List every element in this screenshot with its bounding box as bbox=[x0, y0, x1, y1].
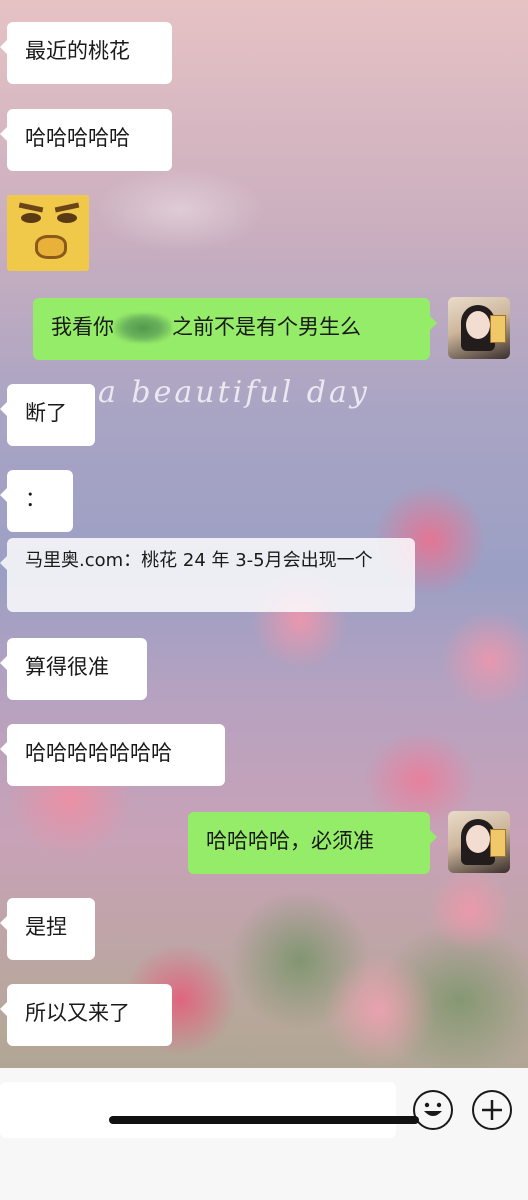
message-bubble-received[interactable]: 最近的桃花 bbox=[0, 22, 172, 84]
background-script-text: a beautiful day bbox=[98, 375, 370, 410]
plus-icon[interactable] bbox=[472, 1090, 512, 1130]
home-indicator[interactable] bbox=[109, 1116, 419, 1124]
message-bubble-received[interactable]: 哈哈哈哈哈 bbox=[0, 109, 172, 171]
message-text-part: 之前不是有个男生么 bbox=[172, 315, 361, 339]
user-avatar[interactable] bbox=[448, 297, 510, 359]
yellow-face-sticker-icon[interactable] bbox=[7, 195, 89, 271]
message-bubble-received[interactable]: 马里奥.com：桃花 24 年 3-5月会出现一个 bbox=[0, 538, 415, 612]
sticker-eye bbox=[21, 213, 41, 223]
avatar-sign bbox=[490, 315, 506, 343]
message-bubble-sent[interactable]: 哈哈哈哈，必须准 bbox=[188, 812, 437, 874]
message-bubble-received[interactable]: 哈哈哈哈哈哈哈 bbox=[0, 724, 225, 786]
sticker-brow bbox=[18, 202, 44, 213]
input-bar bbox=[0, 1068, 528, 1200]
sticker-brow bbox=[54, 202, 80, 213]
message-bubble-received[interactable]: 所以又来了 bbox=[0, 984, 172, 1046]
message-bubble-received[interactable]: 算得很准 bbox=[0, 638, 147, 700]
sticker-mouth bbox=[35, 235, 67, 259]
message-input[interactable] bbox=[0, 1082, 396, 1138]
avatar-face bbox=[466, 825, 490, 853]
avatar-sign bbox=[490, 829, 506, 857]
user-avatar[interactable] bbox=[448, 811, 510, 873]
message-bubble-received[interactable]: 断了 bbox=[0, 384, 95, 446]
emoji-face-icon[interactable] bbox=[413, 1090, 453, 1130]
message-bubble-sent[interactable]: 我看你 之前不是有个男生么 bbox=[33, 298, 437, 360]
redacted-blur bbox=[114, 313, 172, 343]
message-text-part: 我看你 bbox=[51, 315, 114, 339]
message-bubble-received[interactable]: ： bbox=[0, 470, 73, 532]
sticker-eye bbox=[57, 213, 77, 223]
message-bubble-received[interactable]: 是捏 bbox=[0, 898, 95, 960]
avatar-face bbox=[466, 311, 490, 339]
